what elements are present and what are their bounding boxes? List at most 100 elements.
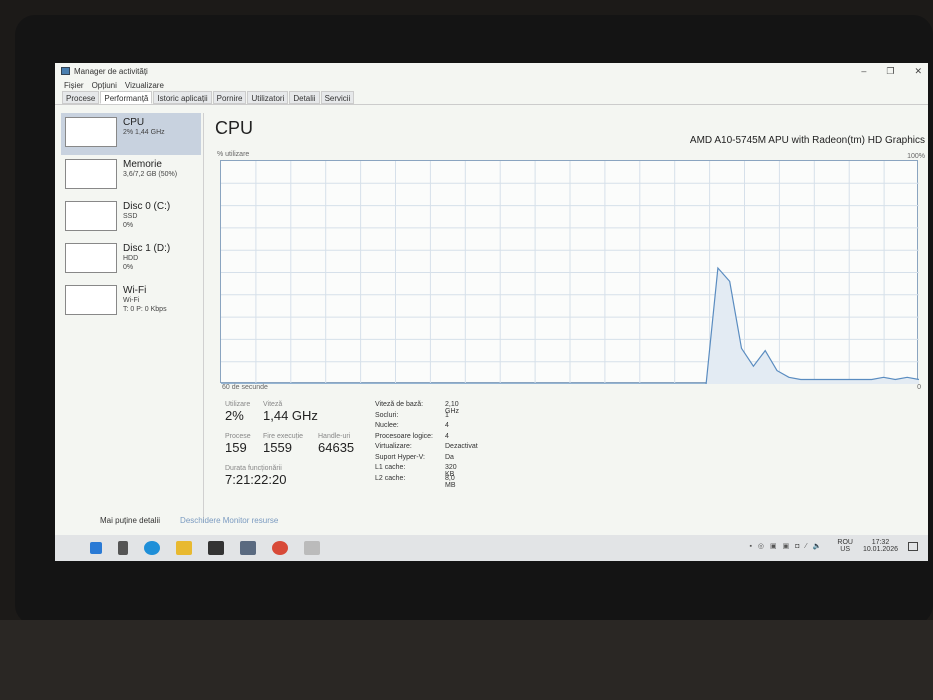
y-min-label: 0 (917, 384, 921, 391)
spec-row: Suport Hyper-V: Da (375, 453, 454, 461)
mini-graph (65, 285, 117, 315)
y-axis-label: % utilizare (217, 151, 250, 158)
tab-performance[interactable]: Performanță (100, 91, 153, 104)
sidebar-item-detail: SSD (123, 213, 138, 220)
tab-bar: Procese Performanță Istoric aplicații Po… (55, 91, 928, 105)
threads-label: Fire execuție (263, 433, 304, 440)
spec-label: Suport Hyper-V: (375, 453, 425, 461)
spec-value: 4 (445, 422, 449, 429)
processes-label: Procese (225, 433, 251, 440)
spec-row: Socluri: 1 (375, 411, 449, 419)
sidebar-item-disc-0-c-[interactable]: Disc 0 (C:) SSD 0% (61, 197, 201, 239)
spec-value: Dezactivat (445, 443, 478, 450)
sidebar-item-label: CPU (123, 117, 145, 128)
open-resource-monitor-link[interactable]: Deschidere Monitor resurse (180, 516, 278, 525)
spec-value: 4 (445, 432, 449, 440)
mini-graph (65, 159, 117, 189)
tab-app-history[interactable]: Istoric aplicații (153, 91, 212, 104)
menu-view[interactable]: Vizualizare (125, 81, 164, 90)
spec-row: L2 cache: 8,0 MB (375, 474, 456, 489)
minimize-button[interactable]: – (861, 66, 866, 77)
footer: Mai puține detalii Deschidere Monitor re… (100, 516, 278, 525)
menu-file[interactable]: Fișier (64, 81, 84, 90)
speed-value: 1,44 GHz (263, 408, 318, 423)
mini-graph (65, 201, 117, 231)
spec-row: Procesoare logice: 4 (375, 432, 449, 440)
spec-row: Nuclee: 4 (375, 422, 449, 429)
spec-label: L1 cache: (375, 464, 406, 471)
processes-value: 159 (225, 440, 247, 455)
sidebar-item-detail2: 0% (123, 222, 134, 229)
task-manager-window: Manager de activități – ❐ ✕ Fișier Opțiuni… (55, 63, 928, 561)
sidebar-item-memorie[interactable]: Memorie 3,6/7,2 GB (50%) (61, 155, 201, 197)
x-axis-label: 60 de secunde (222, 384, 268, 391)
tab-services[interactable]: Servicii (320, 91, 355, 104)
util-value: 2% (225, 408, 244, 423)
spec-label: Procesoare logice: (375, 432, 433, 440)
tab-details[interactable]: Detalii (289, 91, 320, 104)
mail-icon[interactable] (240, 541, 256, 555)
menu-options[interactable]: Opțiuni (92, 81, 117, 90)
taskbar: ▪◎▣▣◘⁄🔈 ROU US 17:32 10.01.2026 (55, 535, 928, 561)
handles-label: Handle-uri (318, 433, 351, 440)
menu-bar: Fișier Opțiuni Vizualizare (55, 79, 928, 91)
store-icon[interactable] (208, 541, 224, 555)
tray-icons: ▪◎▣▣◘⁄🔈 (749, 543, 828, 550)
edge-icon[interactable] (144, 541, 160, 555)
mini-graph (65, 117, 117, 147)
spec-value: 8,0 MB (445, 474, 456, 489)
spec-label: L2 cache: (375, 474, 406, 482)
spec-value: 1 (445, 411, 449, 419)
date: 10.01.2026 (862, 546, 898, 553)
task-view-icon[interactable] (118, 541, 128, 555)
sidebar-item-detail: Wi-Fi (123, 297, 140, 304)
spec-row: Virtualizare: Dezactivat (375, 443, 478, 450)
language-indicator[interactable]: ROU US (837, 539, 853, 553)
resource-sidebar: CPU 2% 1,44 GHz Memorie 3,6/7,2 GB (50%) Dis… (61, 113, 201, 323)
spec-label: Socluri: (375, 411, 399, 419)
sidebar-item-detail2: T: 0 P: 0 Kbps (123, 306, 167, 313)
fewer-details-link[interactable]: Mai puține detalii (100, 516, 160, 525)
lang-label: ROU (837, 539, 853, 546)
tab-users[interactable]: Utilizatori (247, 91, 289, 104)
task-manager-taskbar-icon[interactable] (304, 541, 320, 555)
tab-processes[interactable]: Procese (62, 91, 100, 104)
sidebar-item-detail2: 0% (123, 264, 134, 271)
layout-label: US (840, 546, 851, 553)
sidebar-item-wi-fi[interactable]: Wi-Fi Wi-Fi T: 0 P: 0 Kbps (61, 281, 201, 323)
window-title: Manager de activități (74, 66, 148, 76)
notifications-icon[interactable] (908, 541, 918, 551)
sidebar-item-detail: 2% 1,44 GHz (123, 129, 165, 136)
uptime-value: 7:21:22:20 (225, 472, 287, 487)
app-icon (61, 67, 70, 75)
spec-label: Viteză de bază: (375, 401, 424, 408)
y-max-label: 100% (907, 153, 925, 160)
cpu-panel: CPU AMD A10-5745M APU with Radeon(tm) HD… (215, 118, 927, 489)
spec-label: Nuclee: (375, 422, 399, 429)
sidebar-item-label: Wi-Fi (123, 285, 147, 296)
util-label: Utilizare (225, 401, 251, 408)
time: 17:32 (871, 539, 890, 546)
file-explorer-icon[interactable] (176, 541, 192, 555)
sidebar-item-label: Memorie (123, 159, 162, 170)
maximize-button[interactable]: ❐ (886, 66, 894, 77)
cpu-model: AMD A10-5745M APU with Radeon(tm) HD Gra… (689, 135, 925, 146)
system-tray: ▪◎▣▣◘⁄🔈 ROU US 17:32 10.01.2026 (749, 539, 918, 553)
uptime-label: Durata funcționării (225, 465, 282, 472)
sidebar-item-detail: 3,6/7,2 GB (50%) (123, 171, 178, 178)
spec-label: Virtualizare: (375, 443, 412, 450)
speed-label: Viteză (263, 401, 283, 408)
spec-row: Viteză de bază: 2,10 GHz (375, 401, 459, 415)
clock[interactable]: 17:32 10.01.2026 (863, 539, 898, 553)
chrome-icon[interactable] (272, 541, 288, 555)
title-bar: Manager de activități (55, 63, 928, 79)
tab-startup[interactable]: Pornire (212, 91, 247, 104)
start-icon[interactable] (90, 542, 102, 554)
sidebar-item-disc-1-d-[interactable]: Disc 1 (D:) HDD 0% (61, 239, 201, 281)
spec-value: Da (445, 453, 454, 461)
sidebar-item-detail: HDD (123, 255, 139, 262)
laptop-base (0, 620, 933, 700)
sidebar-item-label: Disc 1 (D:) (123, 243, 171, 254)
sidebar-item-cpu[interactable]: CPU 2% 1,44 GHz (61, 113, 201, 155)
close-button[interactable]: ✕ (914, 66, 922, 77)
